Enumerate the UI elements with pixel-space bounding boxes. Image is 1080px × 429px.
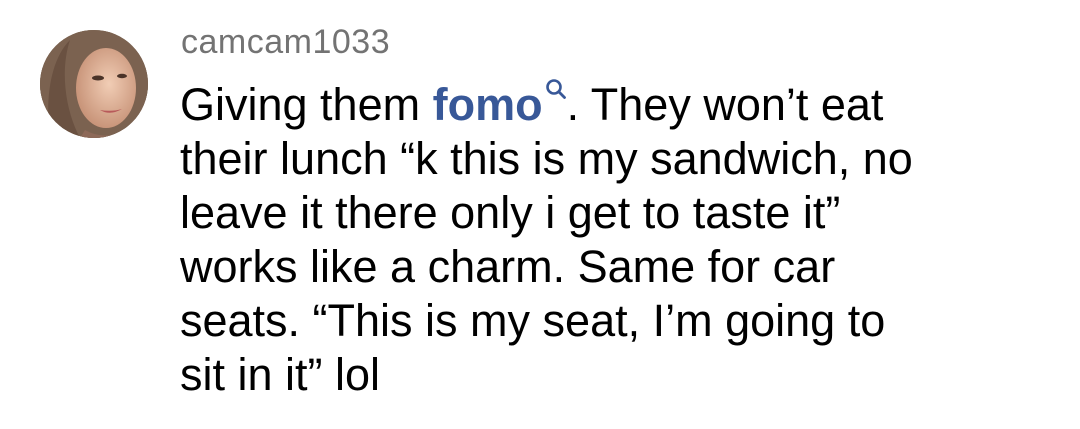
comment-line-5: seats. “This is my seat, I’m going to [180, 295, 886, 346]
comment: camcam1033 Giving them fomo . They won’t … [0, 0, 1080, 429]
comment-line-3: leave it there only i get to taste it” [180, 187, 841, 238]
hashtag-link[interactable]: fomo [433, 79, 543, 130]
comment-line-1: Giving them fomo . They won’t eat [180, 78, 1060, 132]
avatar[interactable] [40, 30, 148, 138]
search-icon[interactable] [545, 78, 567, 104]
avatar-image [40, 30, 148, 138]
comment-line-4: works like a charm. Same for car [180, 241, 836, 292]
comment-line-6: sit in it” lol [180, 349, 381, 400]
comment-text: Giving them fomo . They won’t eat their l… [180, 78, 1060, 402]
comment-username[interactable]: camcam1033 [181, 20, 390, 64]
comment-text-segment: . They won’t eat [566, 79, 884, 130]
comment-text-segment: Giving them [180, 79, 433, 130]
comment-line-2: their lunch “k this is my sandwich, no [180, 133, 913, 184]
